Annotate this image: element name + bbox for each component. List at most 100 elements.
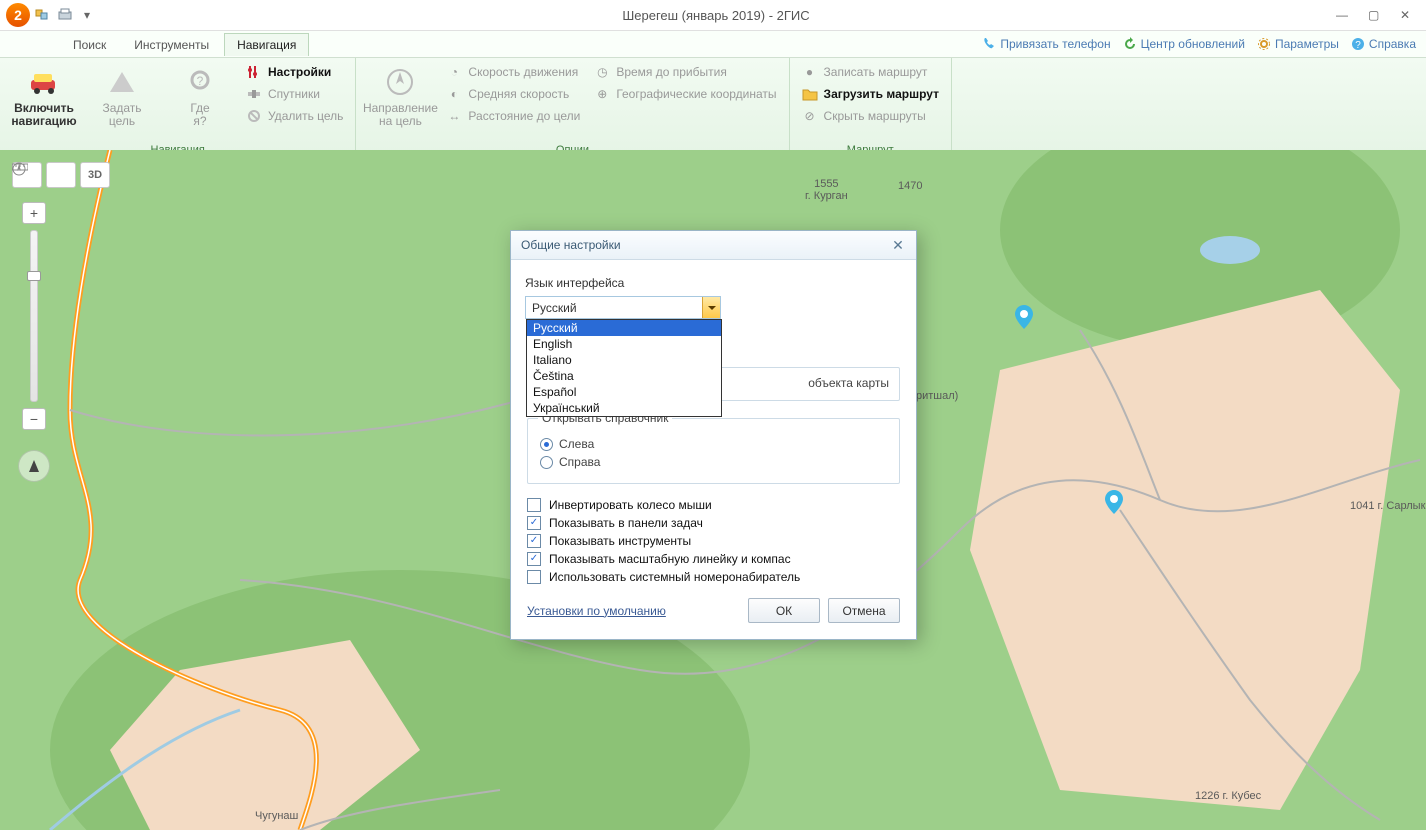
zoom-in-button[interactable]: +	[22, 202, 46, 224]
sliders-icon	[246, 64, 262, 80]
3d-tool-button[interactable]: 3D	[80, 162, 110, 188]
avg-speed-label: Средняя скорость	[468, 87, 569, 101]
checkbox-show-ruler[interactable]: Показывать масштабную линейку и компас	[527, 552, 900, 566]
satellites-label: Спутники	[268, 87, 320, 101]
settings-button[interactable]: Настройки	[242, 62, 347, 82]
ok-button[interactable]: ОК	[748, 598, 820, 623]
map-pin-2[interactable]	[1105, 490, 1121, 512]
link-bind-phone[interactable]: Привязать телефон	[982, 37, 1110, 51]
cancel-button[interactable]: Отмена	[828, 598, 900, 623]
dialog-close-button[interactable]: ✕	[890, 237, 906, 253]
combobox-dropdown-button[interactable]	[702, 297, 720, 318]
minimize-button[interactable]: —	[1336, 8, 1350, 22]
groupbox-open-reference: Открывать справочник Слева Справа	[527, 411, 900, 484]
avg-speed-button[interactable]: ◐Средняя скорость	[442, 84, 584, 104]
map-pin-1[interactable]	[1015, 305, 1031, 327]
radio-right[interactable]: Справа	[540, 455, 887, 469]
checkbox-show-tools[interactable]: Показывать инструменты	[527, 534, 900, 548]
record-route-button[interactable]: ● Записать маршрут	[798, 62, 943, 82]
settings-label: Настройки	[268, 65, 331, 79]
speed-button[interactable]: ◔Скорость движения	[442, 62, 584, 82]
car-icon	[28, 66, 60, 98]
distance-button[interactable]: ↔Расстояние до цели	[442, 106, 584, 126]
link-help[interactable]: ? Справка	[1351, 37, 1416, 51]
svg-text:?: ?	[197, 74, 204, 88]
coords-label: Географические координаты	[616, 87, 776, 101]
map-label-peak5: 1226 г. Кубес	[1195, 790, 1261, 802]
where-am-i-button[interactable]: ? Где я?	[164, 62, 236, 132]
zoom-out-button[interactable]: −	[22, 408, 46, 430]
delete-target-button[interactable]: Удалить цель	[242, 106, 347, 126]
set-target-button[interactable]: Задать цель	[86, 62, 158, 132]
eta-button[interactable]: ◷Время до прибытия	[590, 62, 780, 82]
direction-icon	[384, 66, 416, 98]
refresh-icon	[1123, 37, 1137, 51]
target-icon	[106, 66, 138, 98]
tab-search[interactable]: Поиск	[60, 33, 119, 56]
maximize-button[interactable]: ▢	[1368, 8, 1382, 22]
load-route-button[interactable]: Загрузить маршрут	[798, 84, 943, 104]
speed-icon: ◔	[446, 64, 462, 80]
dialog-titlebar[interactable]: Общие настройки ✕	[511, 231, 916, 260]
qat-windows-icon[interactable]	[34, 6, 52, 24]
language-option[interactable]: Український	[527, 400, 721, 416]
record-route-label: Записать маршрут	[824, 65, 928, 79]
language-option[interactable]: Čeština	[527, 368, 721, 384]
settings-dialog: Общие настройки ✕ Язык интерфейса Русски…	[510, 230, 917, 640]
map-label-partial: ритшал)	[916, 390, 958, 402]
hide-routes-label: Скрыть маршруты	[824, 109, 926, 123]
language-option[interactable]: Русский	[527, 320, 721, 336]
radio-left-label: Слева	[559, 437, 594, 451]
ribbon-group-route: ● Записать маршрут Загрузить маршрут ⊘Скр…	[790, 58, 952, 160]
map-view-tools: 3D	[12, 162, 110, 188]
link-updates[interactable]: Центр обновлений	[1123, 37, 1245, 51]
clock-icon: ◷	[594, 64, 610, 80]
satellites-button[interactable]: Спутники	[242, 84, 347, 104]
qat-dropdown-icon[interactable]: ▾	[78, 6, 96, 24]
folder-open-icon	[802, 86, 818, 102]
help-icon: ?	[1351, 37, 1365, 51]
record-icon: ●	[802, 64, 818, 80]
delete-target-icon	[246, 108, 262, 124]
dialog-title-text: Общие настройки	[521, 238, 621, 252]
language-option[interactable]: Italiano	[527, 352, 721, 368]
checkbox-invert-wheel[interactable]: Инвертировать колесо мыши	[527, 498, 900, 512]
language-option[interactable]: Español	[527, 384, 721, 400]
map-label-town: Чугунаш	[255, 810, 298, 822]
enable-navigation-button[interactable]: Включить навигацию	[8, 62, 80, 132]
defaults-link[interactable]: Установки по умолчанию	[527, 604, 666, 618]
checkbox-taskbar[interactable]: Показывать в панели задач	[527, 516, 900, 530]
link-updates-label: Центр обновлений	[1141, 37, 1245, 51]
checkbox-ruler-label: Показывать масштабную линейку и компас	[549, 552, 791, 566]
checkbox-icon	[527, 570, 541, 584]
compass-tool-button[interactable]	[46, 162, 76, 188]
direction-button[interactable]: Направление на цель	[364, 62, 436, 132]
zoom-track[interactable]	[30, 230, 38, 402]
coords-button[interactable]: ⊕Географические координаты	[590, 84, 780, 104]
link-parameters-label: Параметры	[1275, 37, 1339, 51]
gear-icon	[1257, 37, 1271, 51]
checkbox-icon	[527, 534, 541, 548]
ribbon-group-navigation: Включить навигацию Задать цель ? Где я? …	[0, 58, 356, 160]
checkbox-icon	[527, 498, 541, 512]
location-icon: ?	[184, 66, 216, 98]
map-compass-icon[interactable]	[18, 450, 50, 482]
radio-right-label: Справа	[559, 455, 600, 469]
enable-navigation-label: Включить навигацию	[11, 102, 76, 128]
ribbon: Включить навигацию Задать цель ? Где я? …	[0, 58, 1426, 161]
language-combobox[interactable]: Русский Русский English Italiano Čeština…	[525, 296, 721, 319]
radio-left[interactable]: Слева	[540, 437, 887, 451]
qat-print-icon[interactable]	[56, 6, 74, 24]
tab-tools[interactable]: Инструменты	[121, 33, 222, 56]
link-bind-phone-label: Привязать телефон	[1000, 37, 1110, 51]
close-button[interactable]: ✕	[1400, 8, 1414, 22]
window-controls: — ▢ ✕	[1336, 8, 1414, 22]
hide-routes-button[interactable]: ⊘Скрыть маршруты	[798, 106, 943, 126]
satellite-icon	[246, 86, 262, 102]
link-parameters[interactable]: Параметры	[1257, 37, 1339, 51]
window-title: Шерегеш (январь 2019) - 2ГИС	[96, 8, 1336, 23]
distance-label: Расстояние до цели	[468, 109, 580, 123]
tab-navigation[interactable]: Навигация	[224, 33, 309, 56]
language-option[interactable]: English	[527, 336, 721, 352]
checkbox-system-dialer[interactable]: Использовать системный номеронабиратель	[527, 570, 900, 584]
